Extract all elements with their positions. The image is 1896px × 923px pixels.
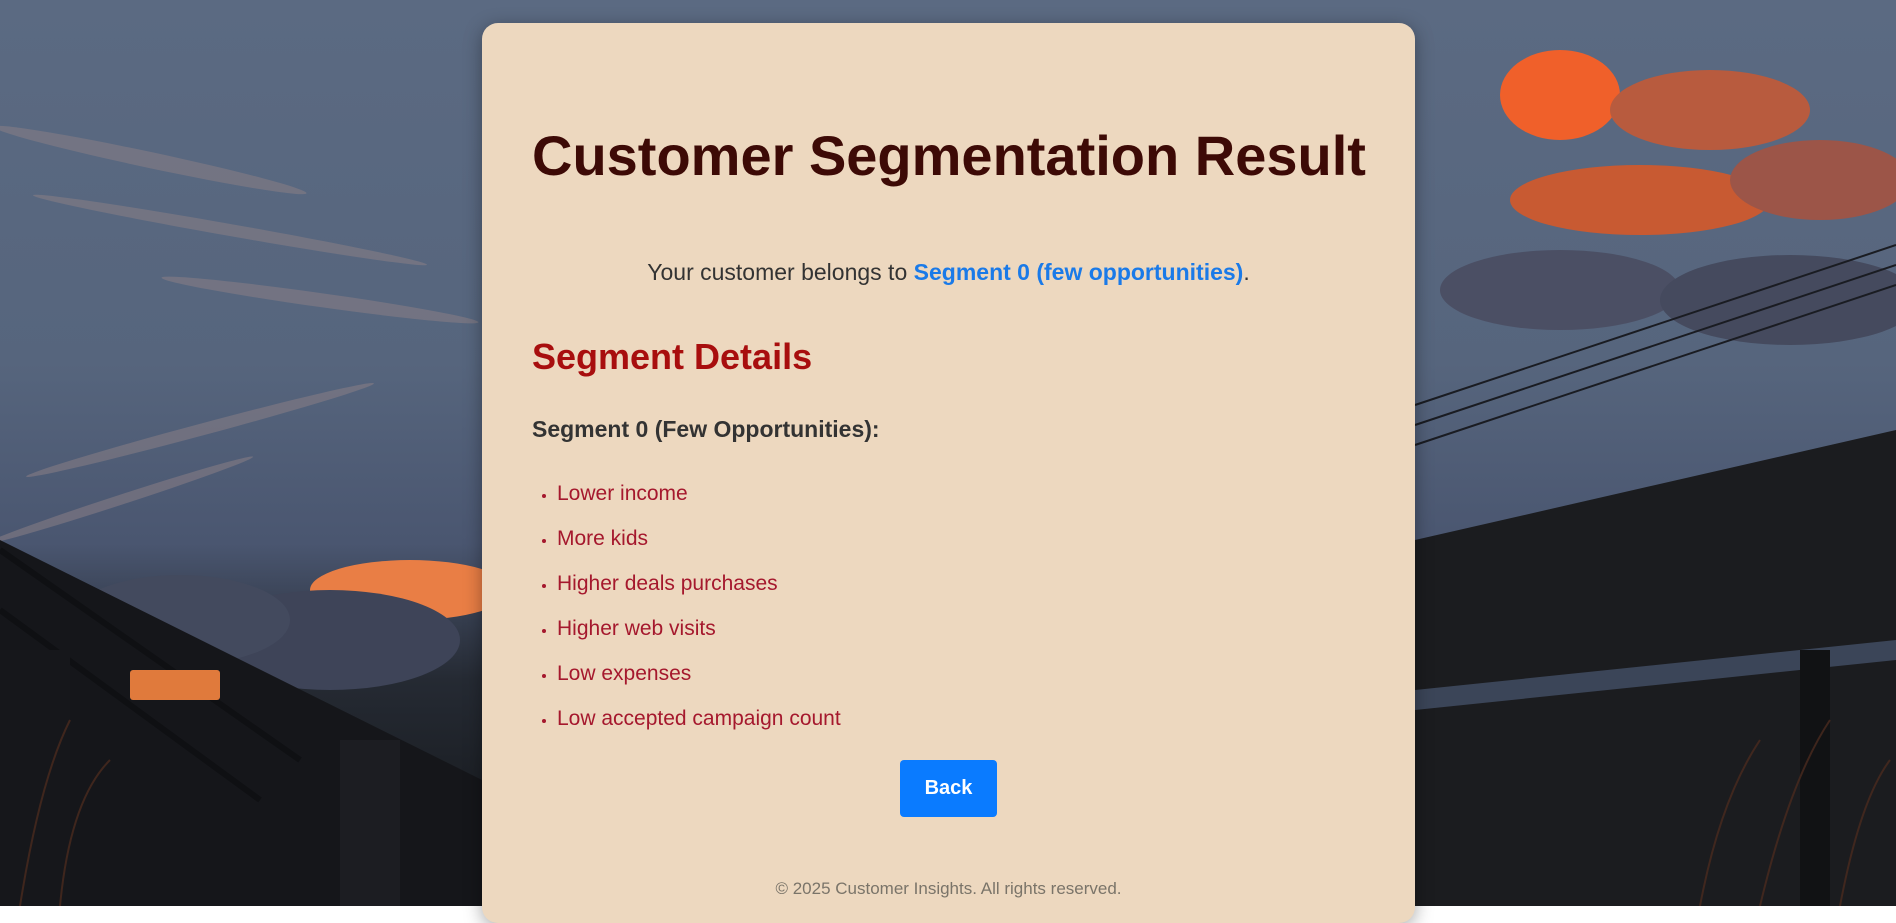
list-item: Low accepted campaign count bbox=[557, 703, 841, 748]
list-item: More kids bbox=[557, 523, 841, 568]
result-prefix: Your customer belongs to bbox=[647, 259, 914, 285]
result-suffix: . bbox=[1243, 259, 1250, 285]
back-button[interactable]: Back bbox=[900, 760, 997, 817]
result-segment-highlight: Segment 0 (few opportunities) bbox=[913, 259, 1244, 285]
page-title: Customer Segmentation Result bbox=[532, 124, 1366, 187]
segment-name-label: Segment 0 (Few Opportunities): bbox=[532, 416, 880, 442]
list-item: Low expenses bbox=[557, 658, 841, 703]
segment-traits-list: Lower income More kids Higher deals purc… bbox=[532, 478, 841, 748]
segment-result-text: Your customer belongs to Segment 0 (few … bbox=[482, 259, 1415, 286]
list-item: Higher deals purchases bbox=[557, 568, 841, 613]
list-item: Lower income bbox=[557, 478, 841, 523]
segment-details-heading: Segment Details bbox=[532, 336, 813, 377]
list-item: Higher web visits bbox=[557, 613, 841, 658]
result-card: Customer Segmentation Result Your custom… bbox=[482, 23, 1415, 923]
footer-copyright: © 2025 Customer Insights. All rights res… bbox=[775, 879, 1122, 898]
